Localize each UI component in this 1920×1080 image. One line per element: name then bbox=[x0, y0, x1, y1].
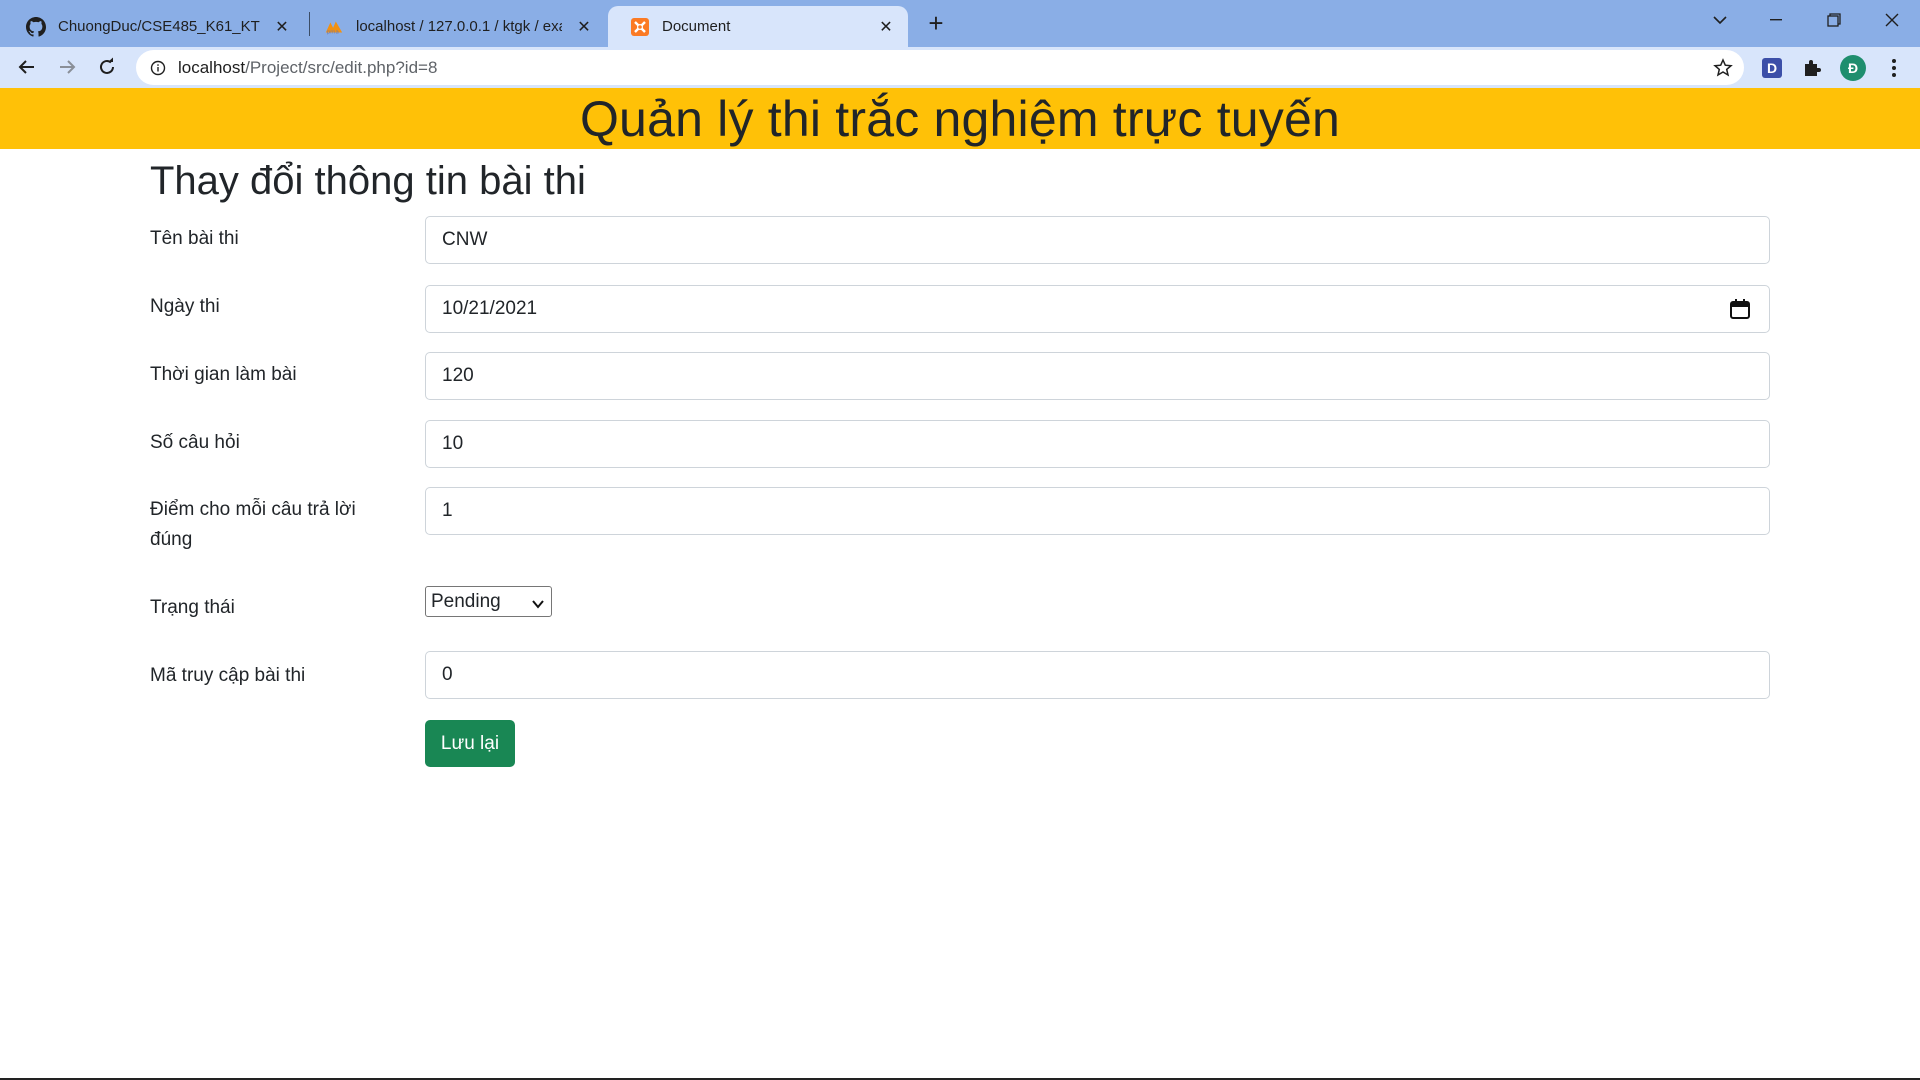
banner-title: Quản lý thi trắc nghiệm trực tuyến bbox=[579, 90, 1341, 147]
access-code-input[interactable]: 0 bbox=[425, 651, 1770, 699]
xampp-icon bbox=[630, 17, 650, 37]
github-icon bbox=[26, 16, 46, 37]
duration-label: Thời gian làm bài bbox=[150, 364, 297, 385]
question-count-label: Số câu hỏi bbox=[150, 432, 240, 453]
tab-search-chevron-icon[interactable] bbox=[1692, 0, 1748, 40]
close-tab-icon[interactable]: ✕ bbox=[570, 13, 598, 41]
status-select[interactable]: Pending bbox=[425, 586, 552, 617]
reload-icon[interactable] bbox=[91, 51, 123, 83]
url-host: localhost bbox=[178, 57, 246, 77]
status-selected-value: Pending bbox=[431, 590, 501, 612]
browser-menu-icon[interactable] bbox=[1882, 55, 1906, 81]
question-count-input[interactable]: 10 bbox=[425, 420, 1770, 468]
tab-title: Document bbox=[662, 18, 731, 35]
back-arrow-icon[interactable] bbox=[11, 51, 43, 83]
close-tab-icon[interactable]: ✕ bbox=[872, 13, 900, 41]
url-text: localhost/Project/src/edit.php?id=8 bbox=[178, 58, 437, 78]
phpmyadmin-icon: pma bbox=[324, 17, 344, 37]
url-path: /Project/src/edit.php?id=8 bbox=[245, 57, 438, 77]
exam-date-value: 10/21/2021 bbox=[442, 298, 538, 319]
svg-text:pma: pma bbox=[327, 29, 339, 35]
extensions-puzzle-icon[interactable] bbox=[1800, 56, 1824, 80]
close-tab-icon[interactable]: ✕ bbox=[268, 13, 296, 41]
tab-title: ChuongDuc/CSE485_K61_KTGK_1 bbox=[58, 18, 260, 35]
page-title: Thay đổi thông tin bài thi bbox=[150, 159, 586, 203]
exam-date-input[interactable]: 10/21/2021 bbox=[425, 285, 1770, 333]
profile-avatar[interactable]: Đ bbox=[1840, 55, 1866, 81]
page-banner: Quản lý thi trắc nghiệm trực tuyến bbox=[0, 88, 1920, 149]
points-per-answer-label: Điểm cho mỗi câu trả lời đúng bbox=[150, 499, 356, 550]
access-code-label: Mã truy cập bài thi bbox=[150, 665, 306, 686]
browser-tab-document[interactable]: Document ✕ bbox=[608, 6, 908, 47]
bookmark-star-icon[interactable] bbox=[1712, 57, 1734, 79]
restore-window-icon[interactable] bbox=[1806, 0, 1862, 40]
calendar-icon[interactable] bbox=[1729, 298, 1751, 320]
minimize-window-icon[interactable] bbox=[1748, 0, 1804, 40]
forward-arrow-icon[interactable] bbox=[51, 51, 83, 83]
points-per-answer-input[interactable]: 1 bbox=[425, 487, 1770, 535]
browser-tab-strip: ChuongDuc/CSE485_K61_KTGK_1 ✕ pma localh… bbox=[0, 0, 1920, 47]
save-button[interactable]: Lưu lại bbox=[425, 720, 515, 767]
browser-tab-github[interactable]: ChuongDuc/CSE485_K61_KTGK_1 ✕ bbox=[4, 6, 304, 47]
exam-name-label: Tên bài thi bbox=[150, 228, 239, 249]
site-info-icon[interactable] bbox=[148, 58, 168, 78]
browser-tab-phpmyadmin[interactable]: pma localhost / 127.0.0.1 / ktgk / exam … bbox=[302, 6, 606, 47]
new-tab-button[interactable]: + bbox=[920, 8, 952, 40]
chevron-down-icon bbox=[531, 595, 545, 609]
exam-date-label: Ngày thi bbox=[150, 296, 220, 317]
browser-toolbar: localhost/Project/src/edit.php?id=8 D Đ bbox=[0, 47, 1920, 88]
extension-d-icon[interactable]: D bbox=[1762, 58, 1782, 78]
close-window-icon[interactable] bbox=[1864, 0, 1920, 40]
exam-name-input[interactable]: CNW bbox=[425, 216, 1770, 264]
status-label: Trạng thái bbox=[150, 597, 235, 618]
address-bar[interactable]: localhost/Project/src/edit.php?id=8 bbox=[136, 50, 1744, 85]
duration-input[interactable]: 120 bbox=[425, 352, 1770, 400]
tab-title: localhost / 127.0.0.1 / ktgk / exam bbox=[356, 18, 562, 35]
